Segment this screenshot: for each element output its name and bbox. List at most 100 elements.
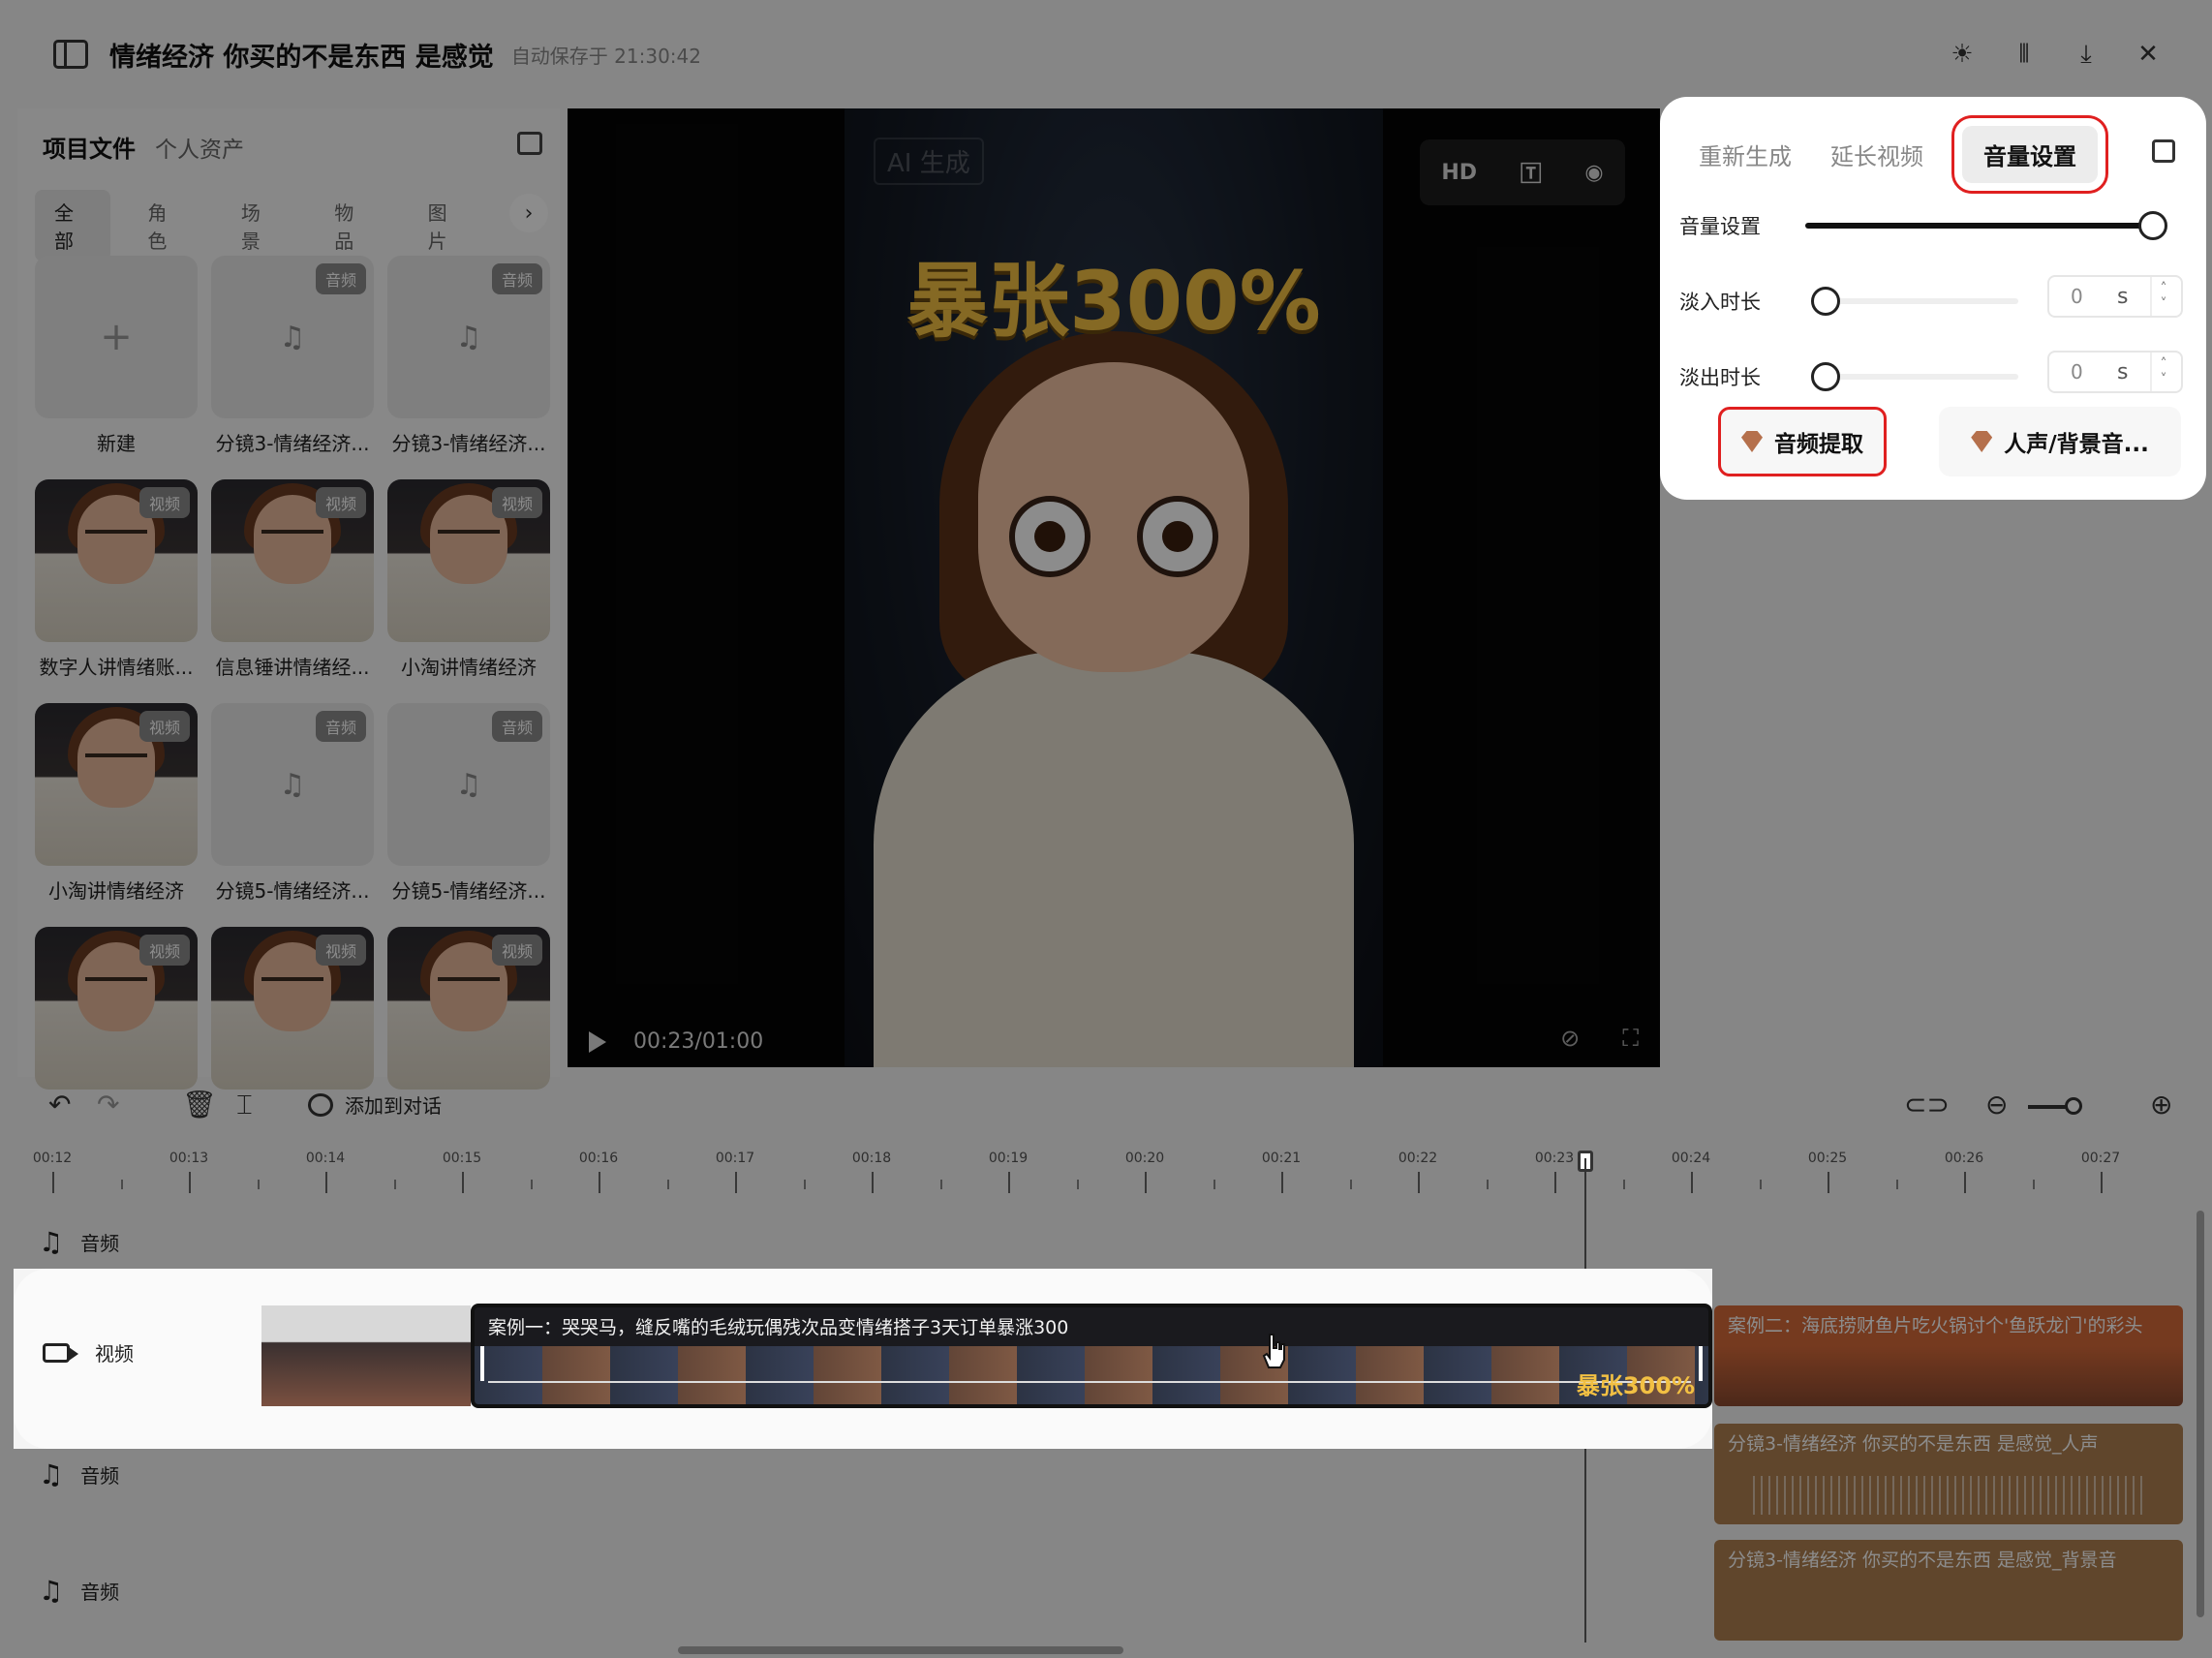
filter-tab[interactable]: 场景 (222, 190, 297, 261)
asset-card[interactable]: ♫ 音频 分镜3-情绪经济... (211, 256, 374, 456)
camera-icon[interactable]: ◉ (1584, 161, 1603, 185)
download-icon[interactable]: ⤓ (2071, 39, 2102, 70)
filter-tab[interactable]: 图片 (409, 190, 484, 261)
timeline-ruler[interactable]: 00:12 00:13 00:14 00:15 00:16 00:17 00:18 00:19… (19, 1145, 2198, 1195)
ruler-subtick (803, 1180, 806, 1189)
sun-icon[interactable]: ☀ (1947, 39, 1978, 70)
clip-trim-left-handle[interactable] (480, 1346, 484, 1381)
asset-grid: + 新建 ♫ 音频 分镜3-情绪经济... ♫ 音频 分镜3-情绪经济... 视频 数字人讲情绪账… (35, 256, 550, 1090)
volume-slider-handle[interactable] (2138, 211, 2167, 240)
zoom-in-icon[interactable]: ⊕ (2150, 1089, 2172, 1121)
fade-in-slider-handle[interactable] (1811, 287, 1840, 316)
hd-button[interactable]: HD (1441, 161, 1477, 185)
ruler-subtick (1349, 1180, 1352, 1189)
ruler-tick (462, 1172, 464, 1193)
panel-tab[interactable]: 延长视频 (1830, 138, 1923, 171)
timeline-scrollbar-horizontal[interactable] (678, 1646, 1123, 1654)
chevron-right-icon[interactable]: › (509, 194, 548, 232)
clip-case-two[interactable]: 案例二：海底捞财鱼片吃火锅讨个'鱼跃龙门'的彩头 (1714, 1305, 2183, 1406)
asset-card[interactable]: 视频 信息锤讲情绪经... (211, 479, 374, 680)
play-icon[interactable] (589, 1030, 606, 1053)
clip-case-one[interactable]: 案例一：哭哭马，缝反嘴的毛绒玩偶残次品变情绪搭子3天订单暴涨300 暴张300% (471, 1304, 1712, 1408)
asset-card[interactable]: + 新建 (35, 256, 198, 456)
ruler-subtick (1486, 1180, 1489, 1189)
collapse-panel-icon[interactable] (2152, 139, 2175, 163)
asset-card[interactable]: 视频 数字人讲情绪账... (35, 479, 198, 680)
fade-out-slider[interactable] (1811, 362, 2018, 391)
fade-in-row: 淡入时长 (1679, 287, 2018, 316)
asset-type-badge: 音频 (315, 711, 366, 742)
asset-card[interactable]: 视频 小淘讲情绪经济 (387, 479, 550, 680)
asset-card[interactable]: 视频 (35, 927, 198, 1090)
asset-thumbnail: 视频 (35, 927, 198, 1090)
ruler-tick-label: 00:27 (2080, 1151, 2121, 1166)
music-note-icon: ♫ (279, 320, 306, 354)
asset-card[interactable]: ♫ 音频 分镜3-情绪经济... (387, 256, 550, 456)
mute-icon[interactable]: ⊘ (1560, 1025, 1580, 1052)
vocal-separate-button[interactable]: 人声/背景音... (1939, 407, 2181, 476)
filter-tabs: 全部角色场景物品图片视 (35, 190, 560, 261)
text-icon[interactable]: 🅃 (1521, 157, 1542, 188)
fade-in-input[interactable]: 0 s ˄ ˅ (2047, 275, 2183, 318)
ruler-tick-label: 00:12 (32, 1151, 73, 1166)
fade-in-slider[interactable] (1811, 287, 2018, 316)
volume-row: 音量设置 (1679, 211, 2167, 240)
clip-trim-right-handle[interactable] (1699, 1346, 1703, 1381)
ruler-tick (1145, 1172, 1147, 1193)
asset-type-badge: 音频 (491, 711, 542, 742)
zoom-slider-handle[interactable] (2065, 1097, 2082, 1115)
panel-tab[interactable]: 重新生成 (1699, 138, 1792, 171)
filter-tab[interactable]: 物品 (315, 190, 390, 261)
filter-tab[interactable]: 角色 (128, 190, 203, 261)
collapse-panel-icon[interactable] (517, 132, 542, 155)
tab-project-files[interactable]: 项目文件 (43, 130, 136, 164)
ruler-subtick (120, 1180, 123, 1189)
panel-tab[interactable]: 音量设置 (1951, 115, 2108, 194)
track-video: 视频 (43, 1338, 134, 1366)
plus-icon: + (100, 315, 133, 359)
ruler-subtick (2032, 1180, 2035, 1189)
diamond-icon (1971, 431, 1993, 452)
fade-out-row: 淡出时长 (1679, 362, 2018, 391)
character-glasses (261, 977, 323, 998)
timeline-scrollbar-vertical[interactable] (2197, 1211, 2204, 1617)
asset-card[interactable]: ♫ 音频 分镜5-情绪经济... (387, 703, 550, 904)
ruler-tick-label: 00:23 (1534, 1151, 1575, 1166)
ruler-tick-label: 00:19 (988, 1151, 1029, 1166)
fade-out-input[interactable]: 0 s ˄ ˅ (2047, 351, 2183, 393)
add-to-dialog-label: 添加到对话 (345, 1094, 442, 1118)
clip-vocal-audio[interactable]: 分镜3-情绪经济 你买的不是东西 是感觉_人声 (1714, 1424, 2183, 1524)
filter-tab[interactable]: 全部 (35, 190, 111, 261)
sidebar-toggle-icon[interactable] (53, 40, 88, 69)
undo-icon[interactable]: ↶ (48, 1089, 71, 1121)
asset-card[interactable]: 视频 (211, 927, 374, 1090)
delete-icon[interactable]: 🗑 (182, 1089, 217, 1121)
fade-out-slider-handle[interactable] (1811, 362, 1840, 391)
add-to-dialog-button[interactable]: 添加到对话 (308, 1090, 442, 1119)
audio-extract-label: 音频提取 (1774, 432, 1863, 457)
clip-previous[interactable] (261, 1305, 471, 1406)
autosave-status: 自动保存于 21:30:42 (510, 44, 701, 68)
link-icon[interactable]: ⊂⊃ (1904, 1089, 1950, 1121)
ruler-subtick (257, 1180, 260, 1189)
close-icon[interactable]: ✕ (2133, 39, 2164, 70)
split-clip-icon[interactable]: ⌶ (236, 1089, 253, 1121)
diamond-icon (1741, 431, 1763, 452)
asset-card[interactable]: 视频 (387, 927, 550, 1090)
asset-card[interactable]: ♫ 音频 分镜5-情绪经济... (211, 703, 374, 904)
volume-slider[interactable] (1805, 211, 2167, 240)
asset-type-badge: 视频 (138, 487, 190, 518)
ruler-tick (599, 1172, 600, 1193)
asset-label: 分镜3-情绪经济... (391, 432, 546, 455)
split-icon[interactable]: ⫴ (2009, 39, 2040, 70)
tab-personal-assets[interactable]: 个人资产 (155, 131, 244, 164)
zoom-out-icon[interactable]: ⊖ (1985, 1089, 2008, 1121)
stepper-arrows-icon[interactable]: ˄ ˅ (2150, 353, 2175, 391)
audio-extract-button[interactable]: 音频提取 (1718, 407, 1887, 476)
fullscreen-icon[interactable]: ⛶ (1622, 1025, 1639, 1052)
clip-volume-line[interactable] (488, 1381, 1691, 1383)
redo-icon[interactable]: ↷ (97, 1089, 119, 1121)
stepper-arrows-icon[interactable]: ˄ ˅ (2150, 277, 2175, 316)
clip-background-audio[interactable]: 分镜3-情绪经济 你买的不是东西 是感觉_背景音 (1714, 1540, 2183, 1641)
asset-card[interactable]: 视频 小淘讲情绪经济 (35, 703, 198, 904)
